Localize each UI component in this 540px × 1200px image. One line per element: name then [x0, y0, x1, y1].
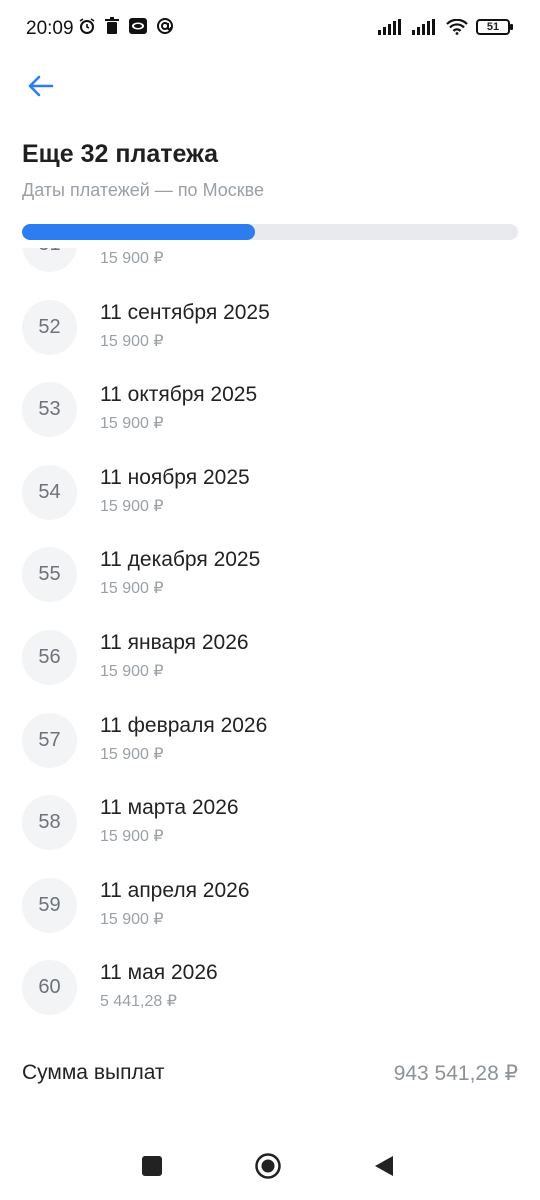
back-triangle-icon [375, 1156, 393, 1176]
app-icon [129, 18, 147, 34]
arrow-left-icon [28, 75, 54, 97]
payment-amount: 5 441,28 ₽ [100, 993, 177, 1011]
signal-icon [412, 19, 435, 35]
trash-icon [105, 17, 119, 34]
list-item: 57 11 февраля 2026 15 900 ₽ [0, 702, 540, 785]
list-item: 59 11 апреля 2026 15 900 ₽ [0, 867, 540, 950]
list-item: 53 11 октября 2025 15 900 ₽ [0, 371, 540, 454]
payment-date: 11 февраля 2026 [100, 713, 268, 737]
list-item: 55 11 декабря 2025 15 900 ₽ [0, 536, 540, 619]
payment-date: 11 апреля 2026 [100, 878, 250, 902]
list-item: 56 11 января 2026 15 900 ₽ [0, 619, 540, 702]
page-title: Еще 32 платежа [22, 140, 219, 168]
payment-date: 11 декабря 2025 [100, 548, 261, 572]
summary-label: Сумма выплат [22, 1061, 165, 1084]
payment-amount: 15 900 ₽ [100, 745, 164, 763]
list-item: 5111 августа 202515 900 ₽ [0, 248, 540, 289]
payment-number: 52 [22, 299, 77, 355]
payment-date: 11 октября 2025 [100, 383, 258, 407]
payment-amount: 15 900 ₽ [100, 580, 164, 598]
list-item: 58 11 марта 2026 15 900 ₽ [0, 784, 540, 867]
status-icons-left [78, 17, 174, 35]
payment-number: 51 [22, 248, 77, 272]
list-item: 54 11 ноября 2025 15 900 ₽ [0, 454, 540, 537]
wifi-icon [446, 19, 468, 35]
payment-number: 53 [22, 382, 77, 438]
payment-number: 55 [22, 547, 77, 603]
payment-number: 59 [22, 877, 77, 933]
payment-amount: 15 900 ₽ [100, 415, 164, 433]
signal-icon [378, 19, 401, 35]
payment-amount: 15 900 ₽ [100, 332, 164, 350]
recents-button[interactable] [138, 1152, 166, 1180]
battery-icon: 51 [476, 19, 513, 35]
at-icon [157, 18, 173, 34]
payment-amount: 15 900 ₽ [100, 828, 164, 846]
payment-date: 11 сентября 2025 [100, 300, 270, 324]
summary-value: 943 541,28 ₽ [393, 1061, 518, 1085]
payment-number: 56 [22, 629, 77, 685]
alarm-icon [79, 18, 95, 34]
progress-bar [22, 224, 518, 240]
payment-amount: 15 900 ₽ [100, 250, 164, 267]
back-button[interactable] [22, 68, 58, 104]
summary-row: Сумма выплат 943 541,28 ₽ [22, 1058, 518, 1088]
home-button[interactable] [254, 1152, 282, 1180]
page-subtitle: Даты платежей — по Москве [22, 180, 265, 200]
progress-fill [22, 224, 256, 240]
status-icons-right: 51 [378, 19, 513, 35]
payment-number: 58 [22, 795, 77, 851]
payments-list[interactable]: 5111 августа 202515 900 ₽ 52 11 сентября 2… [0, 248, 540, 1033]
payment-date: 11 января 2026 [100, 630, 249, 654]
payment-amount: 15 900 ₽ [100, 910, 164, 928]
list-item: 60 11 мая 2026 5 441,28 ₽ [0, 949, 540, 1032]
payment-number: 57 [22, 712, 77, 768]
back-nav-button[interactable] [370, 1152, 398, 1180]
list-item: 52 11 сентября 2025 15 900 ₽ [0, 289, 540, 372]
payment-date: 11 марта 2026 [100, 796, 239, 820]
payment-amount: 15 900 ₽ [100, 662, 164, 680]
payment-date: 11 мая 2026 [100, 961, 218, 985]
payment-number: 54 [22, 464, 77, 520]
payment-number: 60 [22, 960, 77, 1016]
payment-date: 11 ноября 2025 [100, 465, 250, 489]
system-nav-bar [0, 1130, 540, 1200]
status-bar: 20:09 51 [0, 0, 540, 58]
payment-amount: 15 900 ₽ [100, 497, 164, 515]
recents-icon [142, 1156, 162, 1176]
home-icon [255, 1153, 281, 1179]
status-time: 20:09 [26, 18, 74, 39]
